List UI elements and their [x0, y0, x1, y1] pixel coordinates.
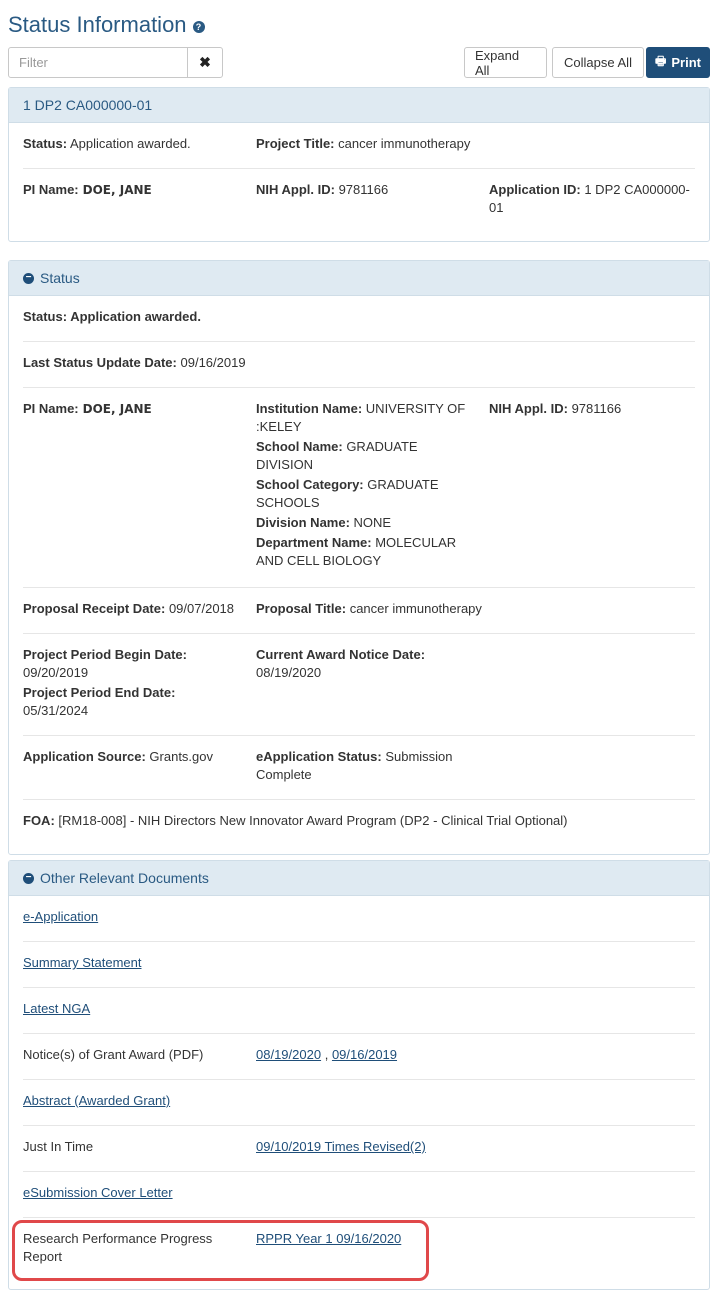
receipt-label: Proposal Receipt Date: — [23, 601, 166, 616]
appl-id-value: 9781166 — [338, 182, 389, 197]
rppr-link[interactable]: RPPR Year 1 09/16/2020 — [256, 1231, 401, 1246]
foa-value: [RM18-008] - NIH Directors New Innovator… — [58, 813, 568, 828]
status-value: Application awarded. — [69, 136, 191, 151]
award-notice-value: 08/19/2020 — [256, 665, 322, 680]
print-label: Print — [671, 55, 701, 70]
documents-panel: − Other Relevant Documents e-Application… — [8, 860, 710, 1290]
status-text: Status: Application awarded. — [23, 309, 201, 324]
begin-date-label: Project Period Begin Date: — [23, 647, 187, 662]
pi-label: PI Name: — [23, 182, 79, 197]
source-row: Application Source: Grants.gov eApplicat… — [23, 736, 695, 800]
jit-label: Just In Time — [23, 1139, 94, 1154]
doc-row-rppr: Research Performance Progress Report RPP… — [23, 1218, 695, 1288]
pi-value: DOE, JANE — [82, 402, 152, 416]
summary-row-2: PI Name: DOE, JANE NIH Appl. ID: 9781166 … — [23, 169, 695, 241]
rppr-label: Research Performance Progress Report — [23, 1231, 213, 1264]
close-icon: ✖ — [199, 54, 211, 70]
page-title: Status Information ? — [8, 12, 205, 38]
proposal-title-label: Proposal Title: — [256, 601, 347, 616]
project-title-label: Project Title: — [256, 136, 335, 151]
end-date-value: 05/31/2024 — [23, 703, 89, 718]
filter-input[interactable] — [8, 47, 188, 78]
eapp-status-label: eApplication Status: — [256, 749, 382, 764]
proposal-title-value: cancer immunotherapy — [349, 601, 482, 616]
institution-label: Institution Name: — [256, 401, 363, 416]
printer-icon: 🖶 — [655, 54, 667, 68]
doc-row-latest-nga: Latest NGA — [23, 988, 695, 1034]
doc-row-cover-letter: eSubmission Cover Letter — [23, 1172, 695, 1218]
status-panel: − Status Status: Application awarded. La… — [8, 260, 710, 855]
e-application-link[interactable]: e-Application — [23, 909, 98, 924]
pi-label: PI Name: — [23, 401, 79, 416]
noga-label: Notice(s) of Grant Award (PDF) — [23, 1047, 204, 1062]
noga-link-1[interactable]: 08/19/2020 — [256, 1047, 321, 1062]
noga-separator: , — [324, 1047, 329, 1062]
appl-id-value: 9781166 — [571, 401, 622, 416]
print-button[interactable]: 🖶 Print — [646, 47, 710, 78]
foa-label: FOA: — [23, 813, 55, 828]
expand-all-button[interactable]: Expand All — [464, 47, 547, 78]
summary-panel: 1 DP2 CA000000-01 Status: Application aw… — [8, 87, 710, 242]
project-period-row: Project Period Begin Date: 09/20/2019 Pr… — [23, 634, 695, 736]
doc-row-noga: Notice(s) of Grant Award (PDF) 08/19/202… — [23, 1034, 695, 1080]
department-label: Department Name: — [256, 535, 372, 550]
division-label: Division Name: — [256, 515, 350, 530]
collapse-all-button[interactable]: Collapse All — [552, 47, 644, 78]
grant-number: 1 DP2 CA000000-01 — [23, 97, 153, 113]
receipt-value: 09/07/2018 — [168, 601, 235, 616]
last-update-value: 09/16/2019 — [180, 355, 246, 370]
award-notice-label: Current Award Notice Date: — [256, 647, 426, 662]
help-icon[interactable]: ? — [192, 21, 205, 33]
school-label: School Name: — [256, 439, 343, 454]
latest-nga-link[interactable]: Latest NGA — [23, 1001, 90, 1016]
summary-panel-header[interactable]: 1 DP2 CA000000-01 — [9, 88, 709, 123]
status-row: Status: Application awarded. — [23, 296, 695, 342]
appl-id-label: NIH Appl. ID: — [489, 401, 568, 416]
abstract-link[interactable]: Abstract (Awarded Grant) — [23, 1093, 170, 1108]
appl-id-label: NIH Appl. ID: — [256, 182, 335, 197]
source-label: Application Source: — [23, 749, 146, 764]
status-panel-title: Status — [40, 270, 80, 286]
last-update-row: Last Status Update Date: 09/16/2019 — [23, 342, 695, 388]
foa-row: FOA: [RM18-008] - NIH Directors New Inno… — [23, 800, 695, 854]
proposal-row: Proposal Receipt Date: 09/07/2018 Propos… — [23, 588, 695, 634]
end-date-label: Project Period End Date: — [23, 685, 176, 700]
clear-filter-button[interactable]: ✖ — [187, 47, 223, 78]
collapse-minus-icon[interactable]: − — [23, 872, 34, 884]
doc-row-jit: Just In Time 09/10/2019 Times Revised(2) — [23, 1126, 695, 1172]
application-id-label: Application ID: — [489, 182, 581, 197]
page-title-text: Status Information — [8, 12, 187, 37]
project-title-value: cancer immunotherapy — [338, 136, 471, 151]
noga-link-2[interactable]: 09/16/2019 — [332, 1047, 397, 1062]
documents-panel-header[interactable]: − Other Relevant Documents — [9, 861, 709, 896]
status-panel-header[interactable]: − Status — [9, 261, 709, 296]
doc-row-summary-statement: Summary Statement — [23, 942, 695, 988]
doc-row-abstract: Abstract (Awarded Grant) — [23, 1080, 695, 1126]
pi-institution-row: PI Name: DOE, JANE Institution Name: UNIV… — [23, 388, 695, 588]
jit-link[interactable]: 09/10/2019 Times Revised(2) — [256, 1139, 426, 1154]
school-category-label: School Category: — [256, 477, 364, 492]
documents-panel-title: Other Relevant Documents — [40, 870, 209, 886]
summary-row-1: Status: Application awarded. Project Tit… — [23, 123, 695, 169]
source-value: Grants.gov — [149, 749, 214, 764]
last-update-label: Last Status Update Date: — [23, 355, 177, 370]
status-label: Status: — [23, 136, 68, 151]
collapse-minus-icon[interactable]: − — [23, 272, 34, 284]
doc-row-e-application: e-Application — [23, 896, 695, 942]
division-value: NONE — [353, 515, 392, 530]
summary-statement-link[interactable]: Summary Statement — [23, 955, 142, 970]
cover-letter-link[interactable]: eSubmission Cover Letter — [23, 1185, 173, 1200]
pi-value: DOE, JANE — [82, 183, 152, 197]
toolbar: ✖ Expand All Collapse All 🖶 Print — [8, 47, 710, 78]
begin-date-value: 09/20/2019 — [23, 665, 89, 680]
